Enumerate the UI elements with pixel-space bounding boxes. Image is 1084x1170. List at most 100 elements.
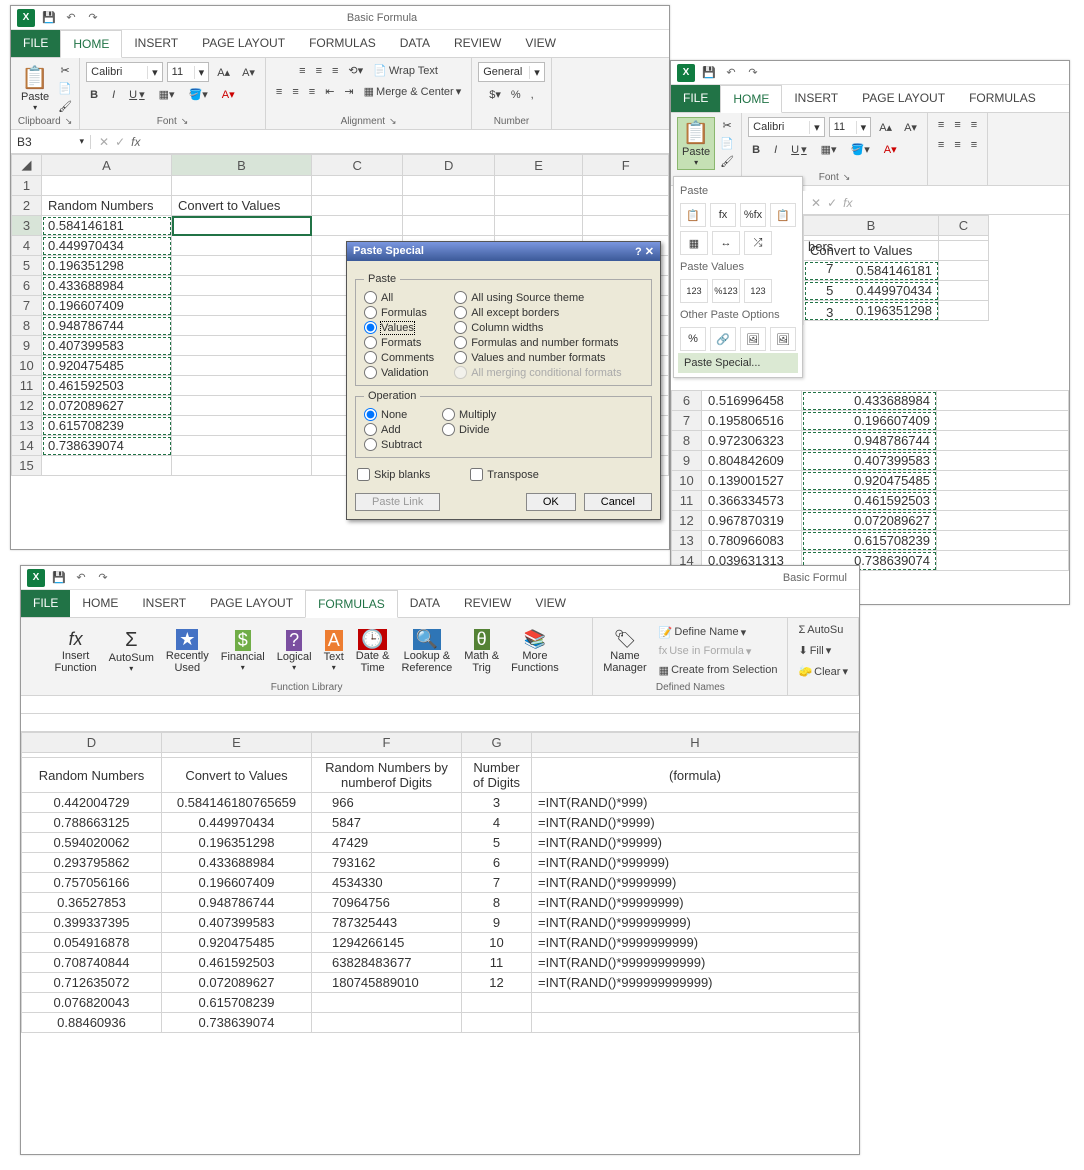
paste-values-srcfmt-icon[interactable]: 123 — [744, 279, 772, 303]
fx-icon[interactable]: fx — [131, 135, 140, 149]
cell-D[interactable]: 0.399337395 — [22, 913, 162, 933]
paste-link-icon[interactable]: 🔗 — [710, 327, 736, 351]
save-icon[interactable]: 💾 — [701, 65, 717, 81]
cell-A9-w2[interactable]: 0.804842609 — [702, 451, 802, 471]
paste-option-all-icon[interactable]: 📋 — [680, 203, 706, 227]
align-dialog-launcher-icon[interactable]: ↘ — [389, 116, 397, 127]
col-header-E-3[interactable]: E — [162, 733, 312, 753]
cell-D[interactable]: 0.594020062 — [22, 833, 162, 853]
border-icon[interactable]: ▦▾ — [155, 86, 179, 103]
cell-B12-w2[interactable]: 0.072089627 — [802, 511, 937, 531]
indent-decrease-icon[interactable]: ⇤ — [321, 83, 338, 100]
cell-A12[interactable]: 0.072089627 — [42, 396, 172, 416]
radio-formulas[interactable]: Formulas — [364, 306, 434, 319]
number-format-combo[interactable]: General▾ — [478, 62, 545, 82]
cell-E[interactable]: 0.461592503 — [162, 953, 312, 973]
cell-F[interactable]: 70964756 — [312, 893, 462, 913]
tab-page-layout-2[interactable]: PAGE LAYOUT — [850, 85, 957, 112]
fill-color-icon-2[interactable]: 🪣▾ — [847, 141, 874, 158]
header-E[interactable]: Convert to Values — [162, 758, 312, 793]
paste-option-noborders-icon[interactable]: ▦ — [680, 231, 708, 255]
clear-button[interactable]: 🧽 Clear ▾ — [794, 663, 852, 680]
radio-values-num-fmt[interactable]: Values and number formats — [454, 351, 621, 364]
align-top-icon[interactable]: ≡ — [295, 62, 309, 79]
tab-page-layout[interactable]: PAGE LAYOUT — [190, 30, 297, 57]
radio-none[interactable]: None — [364, 408, 422, 421]
cell-A6-w2[interactable]: 0.516996458 — [702, 391, 802, 411]
cell-F[interactable]: 1294266145 — [312, 933, 462, 953]
radio-subtract[interactable]: Subtract — [364, 438, 422, 451]
cancel-formula-icon-2[interactable]: ✕ — [811, 196, 821, 210]
cell-B6-w2[interactable]: 0.433688984 — [802, 391, 937, 411]
cell-G[interactable]: 10 — [462, 933, 532, 953]
col-header-D-3[interactable]: D — [22, 733, 162, 753]
redo-icon[interactable]: ↷ — [95, 570, 111, 586]
cancel-button[interactable]: Cancel — [584, 493, 652, 511]
cell-F[interactable]: 5847 — [312, 813, 462, 833]
cell-E[interactable]: 0.196607409 — [162, 873, 312, 893]
paste-linked-pic-icon[interactable]: 🖼 — [770, 327, 796, 351]
paste-option-colwidth-icon[interactable]: ↔ — [712, 231, 740, 255]
cell-A8-w2[interactable]: 0.972306323 — [702, 431, 802, 451]
cell-A3[interactable]: 0.584146181 — [42, 216, 172, 236]
col-header-F-3[interactable]: F — [312, 733, 462, 753]
cell-H[interactable]: =INT(RAND()*999) — [532, 793, 859, 813]
col-header-B[interactable]: B — [172, 155, 312, 176]
cell-H[interactable]: =INT(RAND()*99999999999) — [532, 953, 859, 973]
cell-D[interactable]: 0.076820043 — [22, 993, 162, 1013]
fill-button[interactable]: ⬇ Fill ▾ — [794, 642, 835, 659]
paste-button[interactable]: 📋 Paste ▾ — [17, 63, 53, 114]
col-header-E[interactable]: E — [494, 155, 583, 176]
align-left-icon[interactable]: ≡ — [272, 83, 286, 100]
cell-E[interactable]: 0.584146180765659 — [162, 793, 312, 813]
cell-A4[interactable]: 0.449970434 — [42, 236, 172, 256]
radio-col-widths[interactable]: Column widths — [454, 321, 621, 334]
tab-review[interactable]: REVIEW — [442, 30, 513, 57]
tab-review-3[interactable]: REVIEW — [452, 590, 523, 617]
col-header-A[interactable]: A — [42, 155, 172, 176]
cell-D[interactable]: 0.712635072 — [22, 973, 162, 993]
radio-divide[interactable]: Divide — [442, 423, 496, 436]
wrap-text-button[interactable]: 📄Wrap Text — [369, 62, 442, 79]
font-size-combo-2[interactable]: 11▾ — [829, 117, 872, 137]
clipboard-dialog-launcher-icon[interactable]: ↘ — [65, 116, 73, 127]
tab-insert-2[interactable]: INSERT — [782, 85, 850, 112]
copy-icon[interactable]: 📄 — [57, 80, 73, 96]
cell-H[interactable] — [532, 1013, 859, 1033]
decrease-font-icon[interactable]: A▾ — [238, 64, 259, 81]
cell-F[interactable]: 63828483677 — [312, 953, 462, 973]
cell-A11-w2[interactable]: 0.366334573 — [702, 491, 802, 511]
formula-bar-3[interactable] — [21, 696, 859, 714]
cell-D[interactable]: 0.88460936 — [22, 1013, 162, 1033]
cell-G[interactable] — [462, 1013, 532, 1033]
cell-G[interactable]: 7 — [462, 873, 532, 893]
tab-home-3[interactable]: HOME — [70, 590, 130, 617]
enter-formula-icon-2[interactable]: ✓ — [827, 196, 837, 210]
bold-button[interactable]: B — [86, 87, 102, 103]
header-F[interactable]: Random Numbers by numberof Digits — [312, 758, 462, 793]
cell-B11-w2[interactable]: 0.461592503 — [802, 491, 937, 511]
tab-formulas-2[interactable]: FORMULAS — [957, 85, 1048, 112]
cell-A13[interactable]: 0.615708239 — [42, 416, 172, 436]
tab-view-3[interactable]: VIEW — [523, 590, 578, 617]
paste-values-numfmt-icon[interactable]: %123 — [712, 279, 740, 303]
cell-E[interactable]: 0.920475485 — [162, 933, 312, 953]
cell-B2[interactable]: Convert to Values — [172, 196, 312, 216]
radio-source-theme[interactable]: All using Source theme — [454, 291, 621, 304]
italic-button-2[interactable]: I — [770, 141, 781, 158]
increase-font-icon[interactable]: A▴ — [213, 64, 234, 81]
cell-B7-w2[interactable]: 0.196607409 — [802, 411, 937, 431]
cell-A5[interactable]: 0.196351298 — [42, 256, 172, 276]
paste-option-fx-icon[interactable]: fx — [710, 203, 736, 227]
align-center-icon[interactable]: ≡ — [288, 83, 302, 100]
currency-icon[interactable]: $▾ — [485, 86, 505, 103]
name-box[interactable]: B3▾ — [11, 135, 91, 149]
cell-D[interactable]: 0.293795862 — [22, 853, 162, 873]
cell-A14[interactable]: 0.738639074 — [42, 436, 172, 456]
cut-icon[interactable]: ✂ — [719, 118, 735, 134]
cell-G[interactable]: 8 — [462, 893, 532, 913]
define-name-button[interactable]: 📝 Define Name ▾ — [655, 624, 782, 641]
cell-H[interactable]: =INT(RAND()*9999999) — [532, 873, 859, 893]
radio-multiply[interactable]: Multiply — [442, 408, 496, 421]
cell-H[interactable]: =INT(RAND()*9999999999) — [532, 933, 859, 953]
